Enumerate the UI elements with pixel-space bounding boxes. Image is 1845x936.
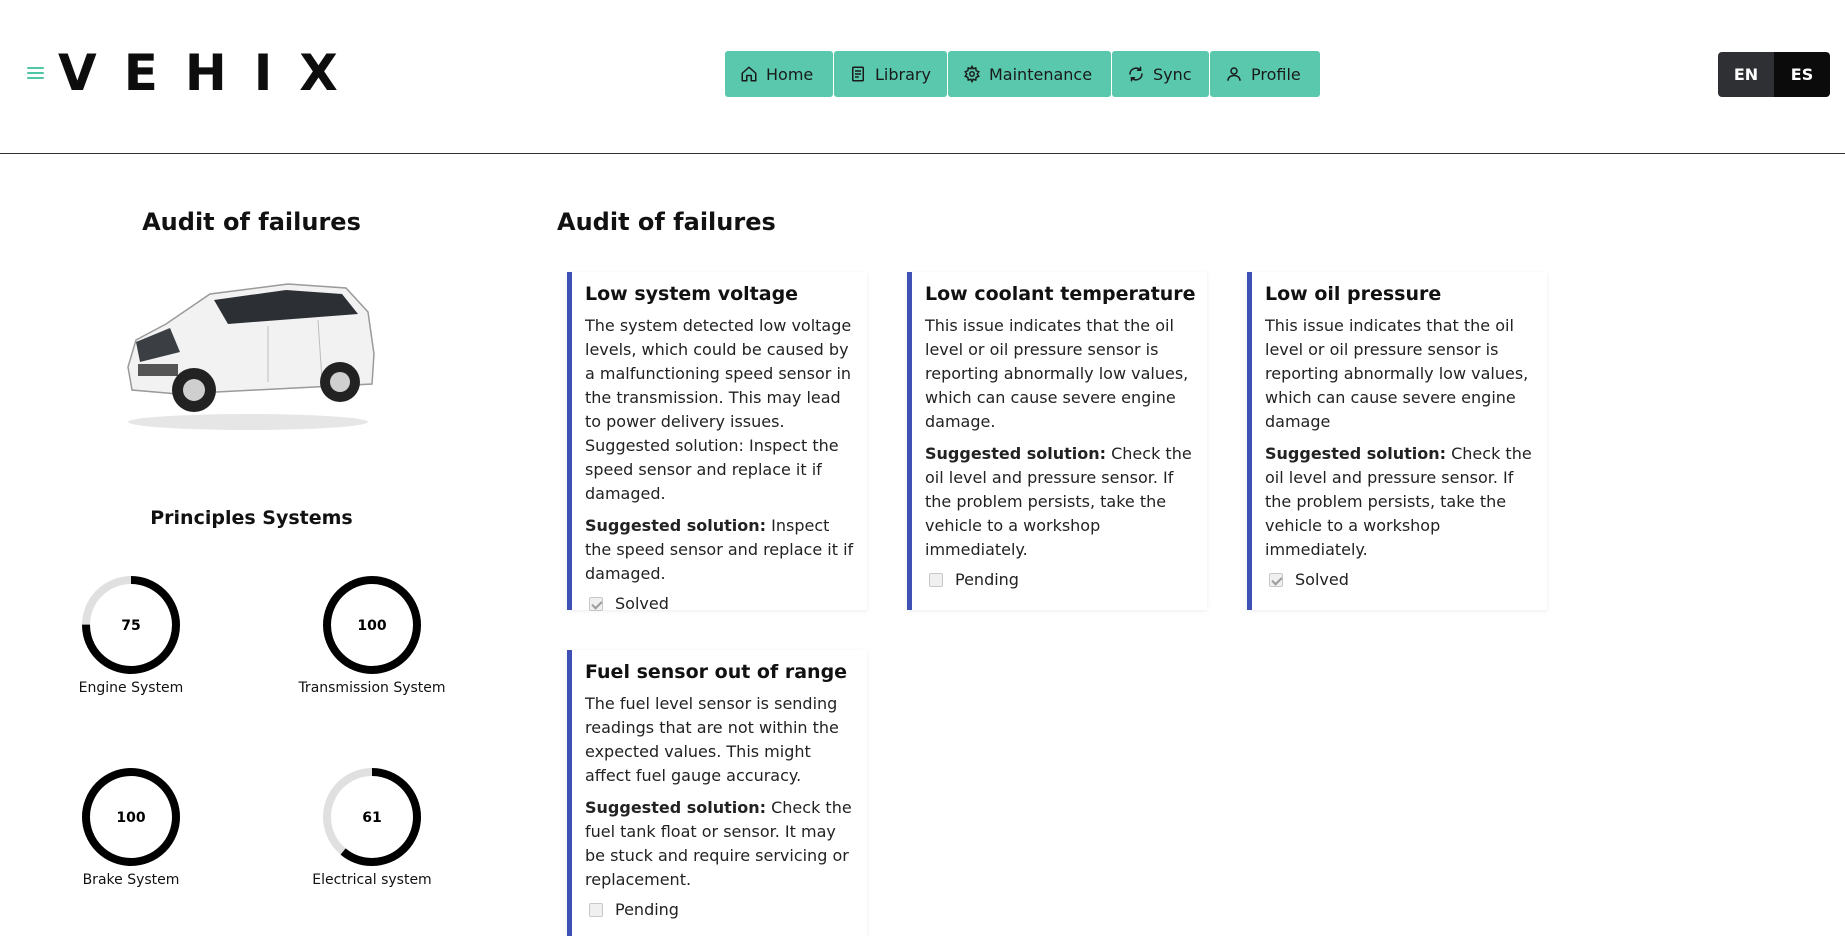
menu-icon[interactable]: [27, 66, 44, 80]
status-label: Pending: [615, 900, 679, 919]
gauge-ring: 100: [82, 768, 180, 866]
card-title: Fuel sensor out of range: [585, 661, 848, 683]
left-panel-title: Audit of failures: [142, 208, 361, 236]
nav-profile-label: Profile: [1251, 64, 1301, 84]
nav-maintenance-button[interactable]: Maintenance: [948, 51, 1111, 97]
lang-en-button[interactable]: EN: [1718, 52, 1774, 97]
card-title: Low oil pressure: [1265, 283, 1442, 305]
gauge-label: Transmission System: [298, 680, 446, 696]
gauge-value: 100: [116, 810, 145, 826]
gauge-brake: 100 Brake System: [31, 765, 231, 888]
gauge-label: Engine System: [78, 680, 184, 696]
card-title: Low system voltage: [585, 283, 799, 305]
gauge-ring: 100: [323, 576, 421, 674]
gauge-ring: 75: [82, 576, 180, 674]
gauge-value: 100: [357, 618, 386, 634]
nav-home-button[interactable]: Home: [725, 51, 833, 97]
lang-es-button[interactable]: ES: [1774, 52, 1830, 97]
solution-label: Suggested solution:: [585, 516, 767, 535]
status-label: Pending: [955, 570, 1019, 589]
solution-label: Suggested solution:: [585, 798, 767, 817]
gauge-value: 75: [121, 618, 140, 634]
status-checkbox[interactable]: [589, 596, 603, 611]
card-solution: Suggested solution: Check the oil level …: [925, 442, 1197, 562]
status-checkbox[interactable]: [1269, 572, 1283, 587]
nav-sync-label: Sync: [1153, 64, 1192, 84]
card-title: Low coolant temperature: [925, 283, 1196, 305]
card-description: This issue indicates that the oil level …: [925, 316, 1189, 431]
book-icon: [852, 66, 864, 82]
card-status: Pending: [585, 900, 857, 919]
card-status: Solved: [1265, 570, 1537, 589]
nav-library-button[interactable]: Library: [834, 51, 947, 97]
gauge-transmission: 100 Transmission System: [272, 573, 472, 696]
app-header: VEHIX Home Library Maintenance Sync Prof…: [0, 0, 1845, 154]
home-icon: [741, 66, 757, 82]
nav-library-label: Library: [875, 64, 931, 84]
nav-profile-button[interactable]: Profile: [1210, 51, 1320, 97]
card-status: Solved: [585, 594, 857, 613]
status-label: Solved: [1295, 570, 1349, 589]
language-switcher: EN ES: [1718, 52, 1830, 97]
solution-label: Suggested solution:: [925, 444, 1107, 463]
sync-icon: [1129, 66, 1143, 82]
main-nav: Home Library Maintenance Sync Profile: [725, 51, 1320, 97]
gear-icon: [964, 65, 980, 83]
card-status: Pending: [925, 570, 1197, 589]
card-solution: Suggested solution: Inspect the speed se…: [585, 514, 857, 586]
card-solution: Suggested solution: Check the fuel tank …: [585, 796, 857, 892]
gauge-ring: 61: [323, 768, 421, 866]
gauge-value: 61: [362, 810, 381, 826]
status-checkbox[interactable]: [929, 572, 943, 587]
vehicle-image: [127, 283, 375, 430]
main-title: Audit of failures: [557, 208, 776, 236]
nav-sync-button[interactable]: Sync: [1112, 51, 1209, 97]
gauge-label: Electrical system: [312, 872, 432, 888]
failure-card: Fuel sensor out of range The fuel level …: [567, 650, 867, 936]
status-checkbox[interactable]: [589, 902, 603, 917]
solution-label: Suggested solution:: [1265, 444, 1447, 463]
nav-maintenance-label: Maintenance: [989, 64, 1093, 84]
nav-home-label: Home: [766, 64, 814, 84]
card-description: The system detected low voltage levels, …: [585, 316, 852, 503]
card-description: The fuel level sensor is sending reading…: [585, 694, 839, 785]
gauge-electrical: 61 Electrical system: [272, 765, 472, 888]
status-label: Solved: [615, 594, 669, 613]
card-solution: Suggested solution: Check the oil level …: [1265, 442, 1537, 562]
card-description: This issue indicates that the oil level …: [1265, 316, 1529, 431]
systems-title: Principles Systems: [150, 507, 353, 529]
gauge-label: Brake System: [82, 872, 180, 888]
gauge-engine: 75 Engine System: [31, 573, 231, 696]
logo[interactable]: VEHIX: [58, 46, 365, 100]
failure-card: Low oil pressure This issue indicates th…: [1247, 272, 1547, 610]
user-icon: [1227, 67, 1241, 81]
failure-card: Low system voltage The system detected l…: [567, 272, 867, 613]
failure-card: Low coolant temperature This issue indic…: [907, 272, 1207, 610]
